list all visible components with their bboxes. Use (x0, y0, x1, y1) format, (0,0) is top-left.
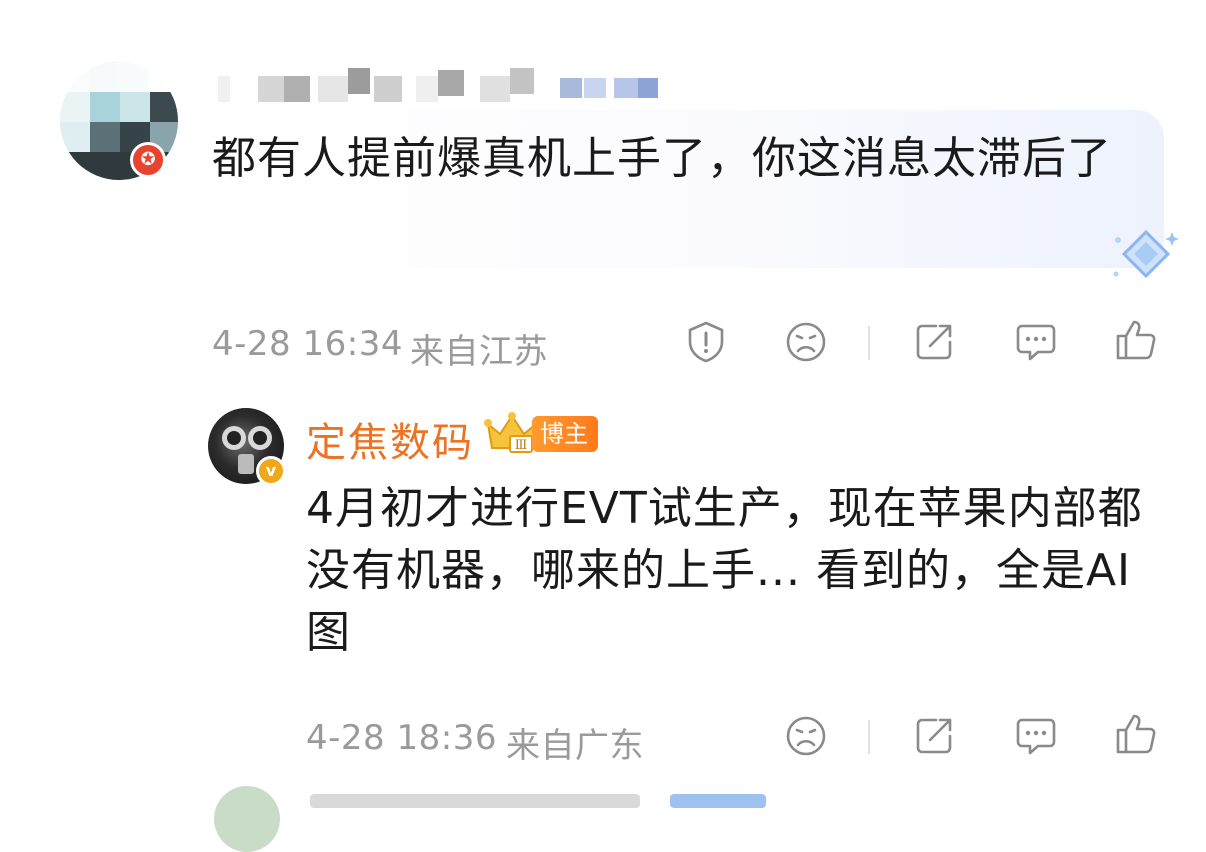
like-icon[interactable] (1114, 712, 1158, 756)
comment-timestamp: 4-28 16:34 (212, 324, 403, 364)
reply-timestamp: 4-28 18:36 (306, 718, 497, 758)
sad-face-icon[interactable] (784, 714, 828, 758)
reply-location: 来自广东 (506, 726, 644, 766)
comment-text: 都有人提前爆真机上手了，你这消息太滞后了 (212, 133, 1112, 184)
blogger-badge: 博主 (532, 416, 598, 452)
red-star-badge-icon: ✪ (130, 142, 166, 178)
next-commenter-username-blurred (310, 788, 780, 808)
like-icon[interactable] (1114, 318, 1158, 362)
share-icon[interactable] (912, 714, 956, 758)
reply-text: 4月初才进行EVT试生产，现在苹果内部都没有机器，哪来的上手... 看到的，全是… (306, 483, 1143, 658)
comment-icon[interactable] (1014, 320, 1058, 364)
divider (868, 326, 870, 360)
divider (868, 720, 870, 754)
report-icon[interactable] (684, 320, 728, 364)
diamond-sparkle-icon (1113, 229, 1179, 279)
share-icon[interactable] (912, 320, 956, 364)
comment-location: 来自江苏 (410, 332, 548, 372)
sad-face-icon[interactable] (784, 320, 828, 364)
verified-badge-icon: v (256, 456, 286, 486)
next-commenter-avatar[interactable] (214, 786, 280, 852)
commenter-username-blurred[interactable] (218, 68, 668, 108)
comment-icon[interactable] (1014, 714, 1058, 758)
replier-username[interactable]: 定焦数码 (306, 410, 474, 468)
svg-text:Ⅲ: Ⅲ (515, 438, 528, 453)
